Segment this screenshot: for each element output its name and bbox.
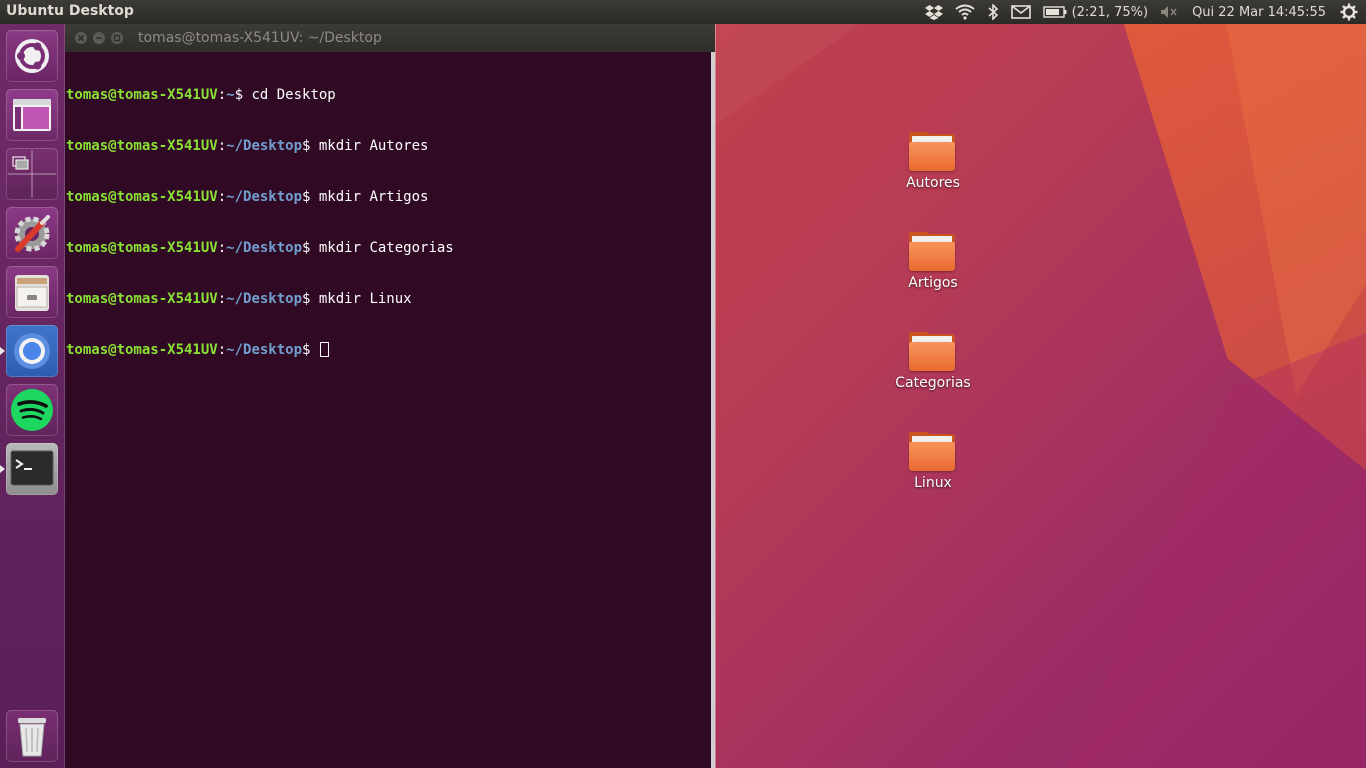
prompt-user: tomas@tomas-X541UV bbox=[66, 138, 218, 154]
prompt-symbol: $ bbox=[302, 138, 319, 154]
system-gear-icon[interactable] bbox=[1334, 0, 1366, 24]
command-text: mkdir Autores bbox=[318, 138, 429, 154]
desktop-folder-autores[interactable]: Autores bbox=[878, 132, 988, 191]
prompt-user: tomas@tomas-X541UV bbox=[66, 240, 218, 256]
window-icon bbox=[13, 99, 51, 131]
prompt-symbol: $ bbox=[302, 240, 319, 256]
desktop-icon-label: Artigos bbox=[908, 275, 958, 291]
folder-icon bbox=[909, 232, 957, 272]
terminal-scrollbar[interactable] bbox=[711, 52, 715, 768]
prompt-separator: : bbox=[217, 240, 227, 256]
terminal-line: tomas@tomas-X541UV:~/Desktop$ mkdir Linu… bbox=[66, 291, 706, 308]
desktop-folder-artigos[interactable]: Artigos bbox=[878, 232, 988, 291]
terminal-line: tomas@tomas-X541UV:~/Desktop$ mkdir Arti… bbox=[66, 189, 706, 206]
bluetooth-icon[interactable] bbox=[981, 0, 1005, 24]
launcher-dash-button[interactable] bbox=[6, 30, 58, 82]
prompt-user: tomas@tomas-X541UV bbox=[66, 291, 218, 307]
terminal-window[interactable]: tomas@tomas-X541UV: ~/Desktop tomas@toma… bbox=[65, 24, 715, 768]
desktop-icon-label: Linux bbox=[914, 475, 952, 491]
prompt-symbol: $ bbox=[302, 342, 319, 358]
prompt-path: ~/Desktop bbox=[226, 342, 303, 358]
desktop-icon-label: Autores bbox=[906, 175, 960, 191]
prompt-path: ~/Desktop bbox=[226, 189, 303, 205]
prompt-user: tomas@tomas-X541UV bbox=[66, 87, 218, 103]
close-button[interactable] bbox=[75, 32, 87, 44]
prompt-path: ~/Desktop bbox=[226, 138, 303, 154]
prompt-path: ~/Desktop bbox=[226, 291, 303, 307]
terminal-icon bbox=[10, 450, 54, 486]
launcher-terminal-button[interactable] bbox=[0, 443, 58, 495]
prompt-separator: : bbox=[217, 138, 227, 154]
prompt-path: ~ bbox=[226, 87, 235, 103]
minimize-icon bbox=[96, 37, 102, 39]
launcher-files-button[interactable] bbox=[6, 266, 58, 318]
prompt-user: tomas@tomas-X541UV bbox=[66, 189, 218, 205]
chrome-icon bbox=[14, 333, 50, 369]
prompt-separator: : bbox=[217, 342, 227, 358]
command-text: cd Desktop bbox=[251, 87, 336, 103]
launcher bbox=[0, 24, 65, 768]
prompt-separator: : bbox=[217, 291, 227, 307]
desktop-folder-categorias[interactable]: Categorias bbox=[878, 332, 988, 391]
prompt-user: tomas@tomas-X541UV bbox=[66, 342, 218, 358]
maximize-icon bbox=[113, 34, 121, 42]
volume-muted-icon[interactable] bbox=[1154, 0, 1184, 24]
folder-icon bbox=[909, 432, 957, 472]
launcher-chrome-button[interactable] bbox=[0, 325, 58, 377]
file-cabinet-icon bbox=[15, 275, 49, 311]
spotify-icon bbox=[11, 389, 53, 431]
minimize-button[interactable] bbox=[93, 32, 105, 44]
battery-indicator[interactable]: (2:21, 75%) bbox=[1037, 0, 1155, 24]
prompt-separator: : bbox=[217, 87, 227, 103]
workspace-switcher-icon bbox=[8, 150, 56, 198]
terminal-output[interactable]: tomas@tomas-X541UV:~$ cd Desktop tomas@t… bbox=[66, 53, 706, 393]
command-text: mkdir Artigos bbox=[318, 189, 429, 205]
mail-icon[interactable] bbox=[1005, 0, 1037, 24]
prompt-symbol: $ bbox=[234, 87, 252, 103]
terminal-titlebar[interactable]: tomas@tomas-X541UV: ~/Desktop bbox=[65, 24, 715, 52]
battery-icon bbox=[1042, 6, 1067, 18]
launcher-workspace-switcher-button[interactable] bbox=[6, 148, 58, 200]
indicator-area: (2:21, 75%) Qui 22 Mar 14:45:55 bbox=[919, 0, 1366, 24]
folder-icon bbox=[909, 332, 957, 372]
prompt-symbol: $ bbox=[302, 189, 319, 205]
folder-icon bbox=[909, 132, 957, 172]
prompt-symbol: $ bbox=[302, 291, 319, 307]
prompt-path: ~/Desktop bbox=[226, 240, 303, 256]
desktop-icon-label: Categorias bbox=[895, 375, 971, 391]
prompt-separator: : bbox=[217, 189, 227, 205]
terminal-title: tomas@tomas-X541UV: ~/Desktop bbox=[138, 30, 382, 46]
terminal-line: tomas@tomas-X541UV:~/Desktop$ bbox=[66, 342, 706, 359]
terminal-line: tomas@tomas-X541UV:~$ cd Desktop bbox=[66, 87, 706, 104]
desktop-folder-linux[interactable]: Linux bbox=[878, 432, 988, 491]
launcher-trash-button[interactable] bbox=[6, 710, 58, 762]
battery-text: (2:21, 75%) bbox=[1071, 4, 1149, 20]
dropbox-icon[interactable] bbox=[919, 0, 949, 24]
ubuntu-logo-icon bbox=[15, 39, 49, 73]
terminal-cursor bbox=[319, 342, 329, 357]
launcher-window-app-button[interactable] bbox=[6, 89, 58, 141]
command-text: mkdir Categorias bbox=[318, 240, 454, 256]
terminal-line: tomas@tomas-X541UV:~/Desktop$ mkdir Cate… bbox=[66, 240, 706, 257]
command-text: mkdir Linux bbox=[318, 291, 412, 307]
launcher-system-settings-button[interactable] bbox=[6, 207, 58, 259]
wifi-icon[interactable] bbox=[949, 0, 981, 24]
trash-icon bbox=[18, 718, 46, 757]
close-icon bbox=[77, 34, 85, 42]
panel-title: Ubuntu Desktop bbox=[6, 3, 134, 19]
settings-wrench-icon bbox=[14, 215, 50, 252]
clock[interactable]: Qui 22 Mar 14:45:55 bbox=[1184, 5, 1334, 20]
maximize-button[interactable] bbox=[111, 32, 123, 44]
top-panel: Ubuntu Desktop (2:21, 75%) Qui 22 Mar 14… bbox=[0, 0, 1366, 24]
terminal-line: tomas@tomas-X541UV:~/Desktop$ mkdir Auto… bbox=[66, 138, 706, 155]
launcher-spotify-button[interactable] bbox=[6, 384, 58, 436]
